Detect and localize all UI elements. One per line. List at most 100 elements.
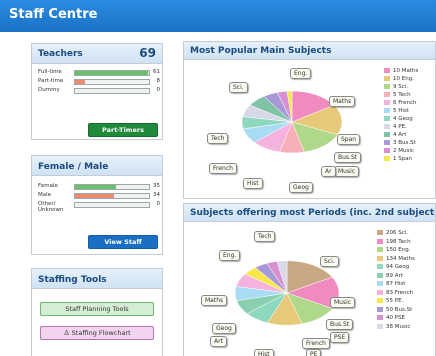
chart2-callout: French [302,338,330,349]
chart1-legend: 10 Maths 10 Eng. 9 Sci. 5 Tech 6 French 5 His… [384,68,418,164]
legend-label: 5 Tech [393,92,411,98]
legend-label: 38 Music [386,323,411,330]
chart1-callout: Music [334,166,360,177]
legend-entry: 89 Art [377,272,415,282]
chart2-title: Subjects offering most Periods (inc. 2nd… [184,204,435,222]
legend-label: 4 Art [393,132,407,138]
legend-label: 4 PE. [393,124,407,130]
chart2-callout: Hist [254,349,274,356]
chart2-callout: Music [330,297,356,308]
gender-row-label: Other/ Unknown [38,201,64,213]
gender-panel-title: Female / Male [32,156,162,176]
staffing-tools-title: Staffing Tools [32,269,162,289]
legend-entry: 150 Eng. [377,247,415,256]
legend-entry: 206 Sci. [377,230,415,239]
staffing-tools-panel: Staffing Tools Staff Planning Tools ♙ St… [31,268,163,356]
legend-swatch [384,68,390,73]
chart1-callout: Sci. [229,82,248,93]
page-header: Staff Centre [0,0,436,32]
legend-entry: 10 Maths [384,68,418,76]
gender-panel: Female / Male Female 35 Male 34 Other/ Unkno… [31,155,163,255]
legend-label: 87 Hist [386,281,406,287]
chart1-callout: Bus.St [334,152,362,163]
teachers-row-label: Full-time [38,69,62,75]
chart1-callout: Tech [207,133,229,144]
legend-entry: 87 Hist [377,281,415,290]
legend-label: 5 Hist [393,108,409,114]
legend-entry: 40 PSE [377,315,415,324]
legend-entry: 94 Geog [377,264,415,273]
part-timers-button[interactable]: Part-Timers [88,123,158,137]
legend-label: 150 Eng. [386,247,411,253]
legend-swatch [377,323,383,329]
chart2-callout: Art [210,336,227,347]
chart2-callout: PE [306,349,322,356]
legend-entry: 134 Maths [377,255,415,265]
legend-label: 198 Tech [386,238,411,245]
legend-entry: 5 Hist [384,108,418,116]
chart1-title: Most Popular Main Subjects [184,42,435,60]
chart2-callout: PSE [330,332,350,343]
legend-swatch [377,306,383,312]
gender-row-bar [74,193,150,199]
staffing-flowchart-label: Staffing Flowchart [71,329,131,337]
chart1-callout: French [209,163,237,174]
chart2-legend: 206 Sci. 198 Tech 150 Eng. 134 Maths 94 Geog… [377,230,415,332]
gender-row-label: Female [38,183,58,189]
view-staff-button[interactable]: View Staff [88,235,158,249]
gender-title: Female / Male [38,162,109,172]
legend-entry: 50 Bus.St [377,306,415,316]
legend-label: 4 Geog [393,116,413,122]
chart1-callout: Ar [321,166,336,177]
teachers-row-value: 8 [156,78,161,84]
legend-entry: 9 Sci. [384,84,418,92]
legend-label: 94 Geog [386,264,410,270]
staffing-flowchart-button[interactable]: ♙ Staffing Flowchart [40,326,154,340]
chart2-callout: Maths [201,295,228,306]
teachers-row-bar [74,79,150,85]
legend-entry: 38 Music [377,323,415,333]
legend-swatch [377,281,383,286]
chart1-callout: Span [337,134,361,145]
staff-planning-tools-button[interactable]: Staff Planning Tools [40,302,154,316]
teachers-row-bar [74,70,150,76]
legend-swatch [384,84,390,89]
page-title: Staff Centre [9,7,98,22]
legend-swatch [384,124,390,129]
legend-label: 3 Bus.St [393,140,416,146]
legend-label: 206 Sci. [386,230,409,236]
legend-swatch [377,289,383,295]
legend-entry: 3 Bus.St [384,140,418,148]
teachers-row-label: Part-time [38,78,64,84]
legend-swatch [377,264,383,269]
legend-swatch [377,272,383,278]
legend-entry: 198 Tech [377,238,415,248]
legend-label: 6 French [393,100,417,106]
legend-entry: 4 Geog [384,116,418,124]
legend-entry: 10 Eng. [384,76,418,84]
legend-entry: 55 PE. [377,298,415,307]
legend-entry: 5 Tech [384,92,418,100]
legend-swatch [377,238,383,244]
legend-label: 50 Bus.St [386,306,413,313]
legend-swatch [384,116,390,121]
gender-row-bar [74,202,150,208]
legend-label: 134 Maths [386,255,415,262]
staff-centre-page: Staff Centre Teachers 69 Full-time 61 Part… [0,0,436,356]
teachers-panel: Teachers 69 Full-time 61 Part-time 8 Dummy 0 … [31,43,163,140]
legend-swatch [377,315,383,320]
teachers-row-label: Dummy [38,87,60,93]
legend-swatch [384,108,390,113]
gender-row-value: 35 [153,183,160,189]
chart1-callout: Eng. [290,68,312,79]
chart2-callout: Tech [254,231,276,242]
legend-label: 83 French [386,289,414,296]
chart1-callout: Maths [329,96,356,107]
legend-entry: 4 PE. [384,124,418,132]
legend-label: 55 PE. [386,298,404,304]
legend-swatch [384,92,390,97]
gender-row-value: 0 [156,201,161,207]
gender-row-label: Male [38,192,52,198]
legend-swatch [377,298,383,303]
legend-label: 89 Art [386,272,403,279]
